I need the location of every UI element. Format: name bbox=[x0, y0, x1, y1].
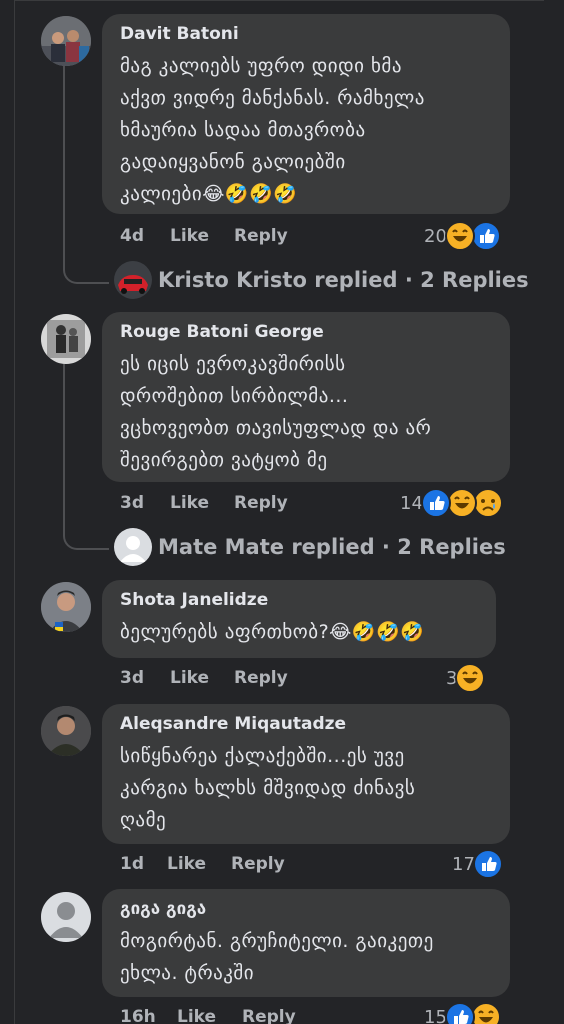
comment-bubble: Aleqsandre Miqautadze სიწყნარეა ქალაქებშ… bbox=[102, 704, 510, 844]
view-replies-link[interactable]: Mate Mate replied · 2 Replies bbox=[114, 528, 506, 566]
comment-line: ეხლა. ტრაკში bbox=[120, 962, 255, 984]
comment-author[interactable]: Rouge Batoni George bbox=[120, 322, 492, 342]
reply-button[interactable]: Reply bbox=[234, 668, 288, 688]
top-divider bbox=[14, 0, 544, 1]
comment-bubble: Rouge Batoni George ეს იცის ევროკავშირის… bbox=[102, 312, 510, 482]
comment-line: ეს იცის ევროკავშირისს bbox=[120, 353, 346, 375]
comment-author[interactable]: გიგა გიგა bbox=[120, 899, 492, 919]
comment-time[interactable]: 3d bbox=[120, 668, 144, 688]
comment-line: დროშებით სირბილმა... bbox=[120, 385, 349, 407]
reaction-summary[interactable]: 3 bbox=[446, 662, 486, 694]
reply-button[interactable]: Reply bbox=[242, 1007, 296, 1024]
haha-icon bbox=[446, 488, 477, 518]
like-button[interactable]: Like bbox=[167, 854, 206, 874]
reaction-count: 14 bbox=[400, 492, 423, 514]
comment-line: აქვთ ვიდრე მანქანას. რამხელა bbox=[120, 87, 425, 109]
comment-line: მოგირტან. გრუჩიტელი. გაიკეთე bbox=[120, 930, 434, 952]
comment-author[interactable]: Davit Batoni bbox=[120, 24, 492, 44]
reply-avatar bbox=[114, 261, 152, 299]
comments-page: Davit Batoni მაგ კალიებს უფრო დიდი ხმა ა… bbox=[0, 0, 564, 1024]
scroll-edge-line bbox=[14, 0, 15, 1024]
comment-bubble: Shota Janelidze ბელურებს აფრთხობ?😂🤣🤣🤣 bbox=[102, 580, 496, 658]
reaction-summary[interactable]: 17 bbox=[452, 848, 503, 880]
avatar[interactable] bbox=[41, 582, 91, 632]
reaction-summary[interactable]: 15 bbox=[424, 1001, 501, 1024]
avatar[interactable] bbox=[41, 16, 91, 66]
comment-line: ღამე bbox=[120, 809, 167, 831]
haha-icon bbox=[455, 663, 486, 693]
like-icon bbox=[470, 221, 501, 251]
comment-line: შევირგებთ ვატყობ მე bbox=[120, 449, 328, 471]
comment-text: მოგირტან. გრუჩიტელი. გაიკეთე ეხლა. ტრაკშ… bbox=[120, 925, 492, 989]
like-button[interactable]: Like bbox=[177, 1007, 216, 1024]
avatar[interactable] bbox=[41, 314, 91, 364]
comment-line: გადაიყვანონ გალიებში bbox=[120, 151, 346, 173]
replies-text: Mate Mate replied · 2 Replies bbox=[158, 535, 506, 559]
reply-avatar bbox=[114, 528, 152, 566]
like-icon bbox=[420, 488, 451, 518]
comment-bubble: Davit Batoni მაგ კალიებს უფრო დიდი ხმა ა… bbox=[102, 14, 510, 214]
comment-line: კარგია ხალხს მშვიდად ძინავს bbox=[120, 777, 416, 799]
like-button[interactable]: Like bbox=[170, 226, 209, 246]
haha-icon bbox=[470, 1002, 501, 1024]
like-button[interactable]: Like bbox=[170, 493, 209, 513]
comment-author[interactable]: Aleqsandre Miqautadze bbox=[120, 714, 492, 734]
reaction-summary[interactable]: 20 bbox=[424, 220, 501, 252]
comment-bubble: გიგა გიგა მოგირტან. გრუჩიტელი. გაიკეთე ე… bbox=[102, 889, 510, 997]
reply-button[interactable]: Reply bbox=[231, 854, 285, 874]
comment-time[interactable]: 1d bbox=[120, 854, 144, 874]
comment-text: მაგ კალიებს უფრო დიდი ხმა აქვთ ვიდრე მან… bbox=[120, 50, 492, 210]
avatar[interactable] bbox=[41, 892, 91, 942]
comment-line: ბელურებს აფრთხობ?😂🤣🤣🤣 bbox=[120, 621, 425, 643]
replies-text: Kristo Kristo replied · 2 Replies bbox=[158, 268, 529, 292]
comment-time[interactable]: 16h bbox=[120, 1007, 156, 1024]
comment-author[interactable]: Shota Janelidze bbox=[120, 590, 478, 610]
comment-time[interactable]: 3d bbox=[120, 493, 144, 513]
reaction-count: 17 bbox=[452, 853, 475, 875]
comment-text: ბელურებს აფრთხობ?😂🤣🤣🤣 bbox=[120, 616, 478, 648]
like-icon bbox=[444, 1002, 475, 1024]
comment-line: ვცხოვეობთ თავისუფლად და არ bbox=[120, 417, 432, 439]
comment-line: მაგ კალიებს უფრო დიდი ხმა bbox=[120, 55, 402, 77]
like-icon bbox=[472, 849, 503, 879]
reaction-summary[interactable]: 14 bbox=[400, 487, 503, 519]
comment-text: ეს იცის ევროკავშირისს დროშებით სირბილმა.… bbox=[120, 348, 492, 476]
comment-line: სიწყნარეა ქალაქებში...ეს უვე bbox=[120, 745, 405, 767]
reply-button[interactable]: Reply bbox=[234, 493, 288, 513]
sad-icon bbox=[472, 488, 503, 518]
thread-connector bbox=[63, 66, 109, 284]
thread-connector bbox=[63, 364, 109, 550]
avatar[interactable] bbox=[41, 706, 91, 756]
reply-button[interactable]: Reply bbox=[234, 226, 288, 246]
comment-time[interactable]: 4d bbox=[120, 226, 144, 246]
reaction-count: 20 bbox=[424, 225, 447, 247]
comment-text: სიწყნარეა ქალაქებში...ეს უვე კარგია ხალხ… bbox=[120, 740, 492, 836]
like-button[interactable]: Like bbox=[170, 668, 209, 688]
reaction-count: 15 bbox=[424, 1006, 447, 1024]
comment-line: ხმაურია სადაა მთავრობა bbox=[120, 119, 366, 141]
view-replies-link[interactable]: Kristo Kristo replied · 2 Replies bbox=[114, 261, 529, 299]
comment-line: კალიები😂🤣🤣🤣 bbox=[120, 183, 298, 205]
haha-icon bbox=[444, 221, 475, 251]
